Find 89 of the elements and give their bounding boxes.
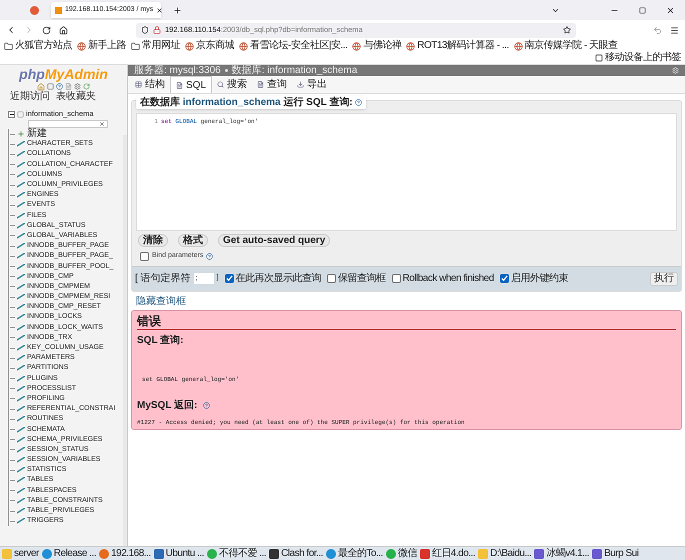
tab[interactable]: 查询: [252, 76, 292, 93]
bookmark-item[interactable]: 常用网址: [131, 40, 180, 52]
mobile-bookmarks[interactable]: 移动设备上的书签: [595, 52, 681, 64]
browser-menu-icon[interactable]: [30, 6, 39, 14]
globe-icon: [514, 42, 523, 50]
tab[interactable]: 结构: [130, 76, 170, 93]
error-title: 错误: [137, 310, 676, 330]
app-icon: [534, 548, 544, 558]
taskbar-item[interactable]: Ubuntu ...: [154, 547, 204, 560]
tab-icon: [176, 82, 183, 88]
undo-icon[interactable]: [653, 26, 662, 34]
bookmark-star-icon[interactable]: [563, 26, 571, 34]
tab-favicon-icon: [55, 6, 62, 14]
clear-icon[interactable]: [99, 121, 105, 127]
nav-link[interactable]: 表收藏夹: [56, 91, 96, 103]
globe-icon: [239, 42, 248, 50]
table-item[interactable]: 新建: [9, 129, 47, 140]
bookmark-item[interactable]: 南京传媒学院 - 天眼查: [514, 40, 618, 52]
collapse-toggle[interactable]: [8, 110, 15, 118]
query-legend: 在数据库 information_schema 运行 SQL 查询:: [136, 96, 366, 109]
action-button[interactable]: 格式: [178, 234, 208, 247]
taskbar-item[interactable]: Burp Sui: [592, 547, 638, 560]
tab[interactable]: SQL: [170, 76, 212, 93]
filter-field[interactable]: [28, 120, 108, 128]
settings-icon[interactable]: [74, 83, 81, 90]
app-icon: [592, 548, 602, 558]
new-tab-icon[interactable]: [173, 6, 182, 14]
checkbox[interactable]: [327, 274, 336, 283]
taskbar-item[interactable]: 红日4.do...: [420, 547, 476, 560]
help-icon[interactable]: [203, 402, 210, 408]
checkbox[interactable]: [224, 274, 234, 283]
help-icon[interactable]: [206, 252, 214, 260]
taskbar-item[interactable]: 冰蝎v4.1...: [534, 547, 590, 560]
separator-icon: [224, 69, 228, 72]
taskbar-item[interactable]: 最全的To...: [326, 547, 383, 560]
docs-icon[interactable]: [65, 83, 72, 90]
help-icon[interactable]: [354, 99, 362, 106]
lock-icon: [153, 26, 161, 34]
maximize-icon[interactable]: [639, 6, 646, 14]
bookmark-item[interactable]: 与佛论禅: [352, 40, 402, 52]
new-icon: [17, 130, 25, 138]
bookmark-item[interactable]: ROT13解码计算器 - ...: [406, 40, 509, 52]
sql-label: SQL 查询:: [137, 334, 184, 348]
action-button[interactable]: Get auto-saved query: [218, 234, 330, 247]
checkbox-label: 保留查询框: [338, 272, 386, 286]
tab-icon: [135, 81, 142, 88]
bookmark-item[interactable]: 火狐官方站点: [4, 40, 72, 52]
checkbox[interactable]: [500, 274, 509, 283]
tab-icon: [297, 81, 304, 88]
globe-icon: [185, 42, 194, 50]
phpmyadmin-logo[interactable]: phpMyAdmin: [0, 66, 127, 82]
bookmark-item[interactable]: 京东商城: [185, 40, 234, 52]
checkbox-label: Rollback when finished: [402, 272, 494, 286]
tab[interactable]: 导出: [292, 76, 332, 93]
taskbar-item[interactable]: 不得不爱 ...: [206, 547, 266, 560]
taskbar-item[interactable]: D:\Baidu...: [478, 547, 532, 560]
globe-icon: [352, 42, 362, 50]
taskbar-item[interactable]: 192.168...: [99, 547, 151, 560]
checkbox-label: 启用外键约束: [510, 272, 568, 286]
help-icon[interactable]: [56, 83, 63, 90]
reload-icon[interactable]: [42, 26, 51, 34]
close-icon[interactable]: [156, 6, 164, 14]
mysql-label: MySQL 返回:: [137, 398, 198, 412]
taskbar-item[interactable]: Release ...: [42, 547, 96, 560]
tab[interactable]: 搜索: [212, 76, 252, 93]
checkbox-label: 在此再次显示此查询: [236, 272, 322, 286]
database-link[interactable]: 数据库: information_schema: [232, 65, 358, 76]
checkbox[interactable]: [392, 274, 401, 283]
tab-icon: [217, 81, 224, 88]
tab-icon: [257, 81, 264, 88]
nav-link[interactable]: 近期访问: [10, 91, 50, 103]
hide-query-link[interactable]: 隐藏查询框: [131, 294, 186, 308]
go-button[interactable]: 执行: [650, 272, 678, 286]
taskbar-item[interactable]: Clash for...: [269, 547, 323, 560]
server-link[interactable]: 服务器: mysql:3306: [134, 65, 221, 76]
menu-icon[interactable]: [670, 26, 679, 34]
taskbar-item[interactable]: 微信: [386, 547, 417, 560]
shield-icon: [141, 26, 149, 34]
taskbar-item[interactable]: server: [2, 547, 39, 560]
globe-icon: [406, 42, 416, 50]
action-button[interactable]: 清除: [138, 234, 168, 247]
globe-icon: [77, 42, 86, 50]
delimiter-label: [ 语句定界符: [135, 272, 191, 286]
app-icon: [154, 548, 164, 558]
checkbox[interactable]: [140, 252, 149, 261]
bookmark-item[interactable]: 看雪论坛-安全社区|安...: [239, 40, 348, 52]
close-icon[interactable]: [666, 6, 675, 14]
home-icon[interactable]: [59, 26, 68, 34]
bookmark-item[interactable]: 新手上路: [77, 40, 126, 52]
